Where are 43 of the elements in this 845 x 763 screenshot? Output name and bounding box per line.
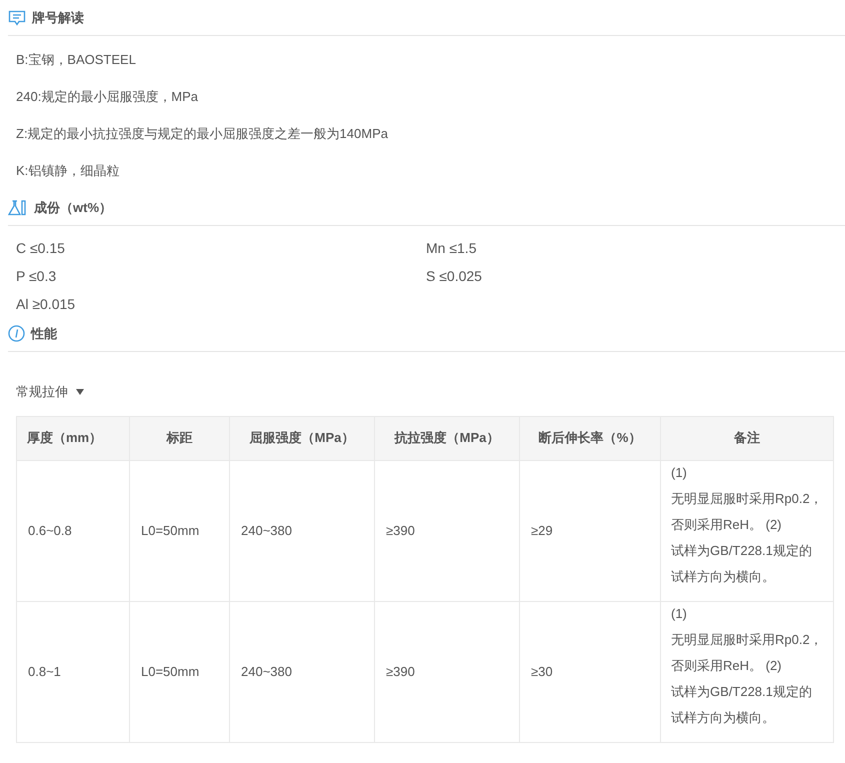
note-text: 无明显屈服时采用Rp0.2， [671, 490, 824, 508]
caret-icon [76, 388, 84, 395]
mode-dropdown[interactable]: 常规拉伸 [16, 382, 84, 402]
column-header: 备注 [660, 416, 834, 460]
column-header: 厚度（mm） [16, 416, 130, 460]
note-text: 试样为GB/T228.1规定的 [671, 542, 813, 560]
note-text: (1) [671, 464, 688, 482]
table-cell: 0.6~0.8 [16, 460, 130, 601]
flask-icon [8, 199, 28, 216]
designation-text: Z:规定的最小抗拉强度与规定的最小屈服强度之差一般为140MPa [16, 125, 389, 143]
composition-value: Al ≥0.015 [16, 295, 76, 314]
column-header: 标距 [130, 416, 230, 460]
composition-value: C ≤0.15 [16, 239, 66, 258]
table-cell: ≥390 [374, 460, 520, 601]
note-text: 否则采用ReH。 (2) [671, 656, 783, 675]
note-text: 试样方向为横向。 [671, 568, 776, 586]
table-cell: L0=50mm [130, 460, 230, 601]
gauge-icon [8, 325, 25, 342]
composition-value: P ≤0.3 [16, 267, 58, 286]
note-text: 无明显屈服时采用Rp0.2， [671, 630, 824, 649]
composition-value: Mn ≤1.5 [426, 239, 478, 258]
table-cell: ≥30 [520, 601, 660, 742]
table-cell: 240~380 [230, 601, 374, 742]
section-title: 成份（wt%） [34, 198, 112, 217]
note-text: 试样为GB/T228.1规定的 [671, 682, 813, 700]
note-text: (1) [671, 604, 688, 623]
column-header: 抗拉强度（MPa） [374, 416, 520, 460]
column-header: 断后伸长率（%） [520, 416, 660, 460]
table-cell: ≥29 [520, 460, 660, 601]
comment-icon [8, 10, 26, 26]
table-cell: L0=50mm [130, 601, 230, 742]
designation-text: K:铝镇静，细晶粒 [16, 162, 120, 180]
note-text: 试样方向为横向。 [671, 708, 776, 726]
composition-value: S ≤0.025 [426, 267, 483, 286]
table-cell: ≥390 [374, 601, 520, 742]
table-cell: 0.8~1 [16, 601, 130, 742]
note-text: 否则采用ReH。 (2) [671, 516, 783, 534]
table-cell: 240~380 [230, 460, 374, 601]
section-title: 性能 [31, 324, 57, 343]
column-header: 屈服强度（MPa） [230, 416, 374, 460]
section-title: 牌号解读 [32, 8, 84, 27]
designation-text: B:宝钢，BAOSTEEL [16, 51, 137, 69]
designation-text: 240:规定的最小屈服强度，MPa [16, 88, 200, 106]
